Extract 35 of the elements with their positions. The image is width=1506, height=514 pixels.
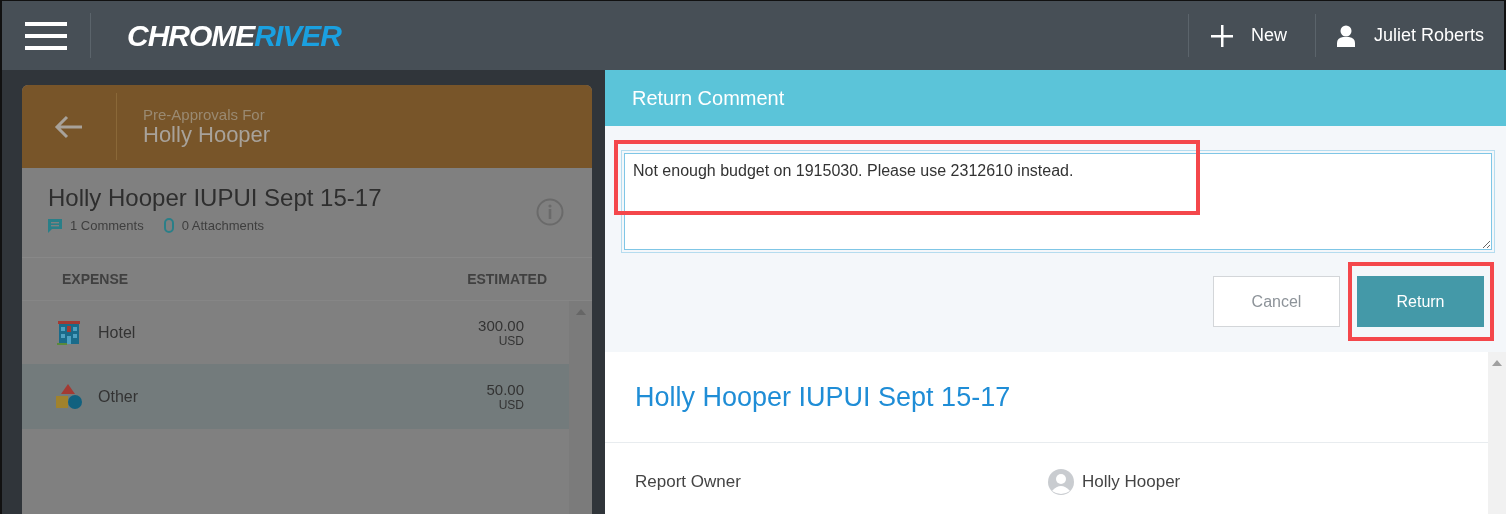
expense-name: Hotel	[98, 323, 137, 342]
back-arrow-icon[interactable]	[54, 113, 84, 140]
expense-amount: 50.00	[486, 381, 524, 398]
field-label: Report Owner	[635, 472, 742, 492]
currency-label: USD	[498, 334, 524, 348]
comment-field[interactable]: Not enough budget on 1915030. Please use 2312610 instead.	[624, 153, 1492, 250]
new-button[interactable]: New	[1250, 25, 1287, 46]
paperclip-icon[interactable]	[163, 218, 174, 233]
panel-title: Holly Hooper	[143, 123, 271, 147]
expense-name: Other	[98, 387, 139, 406]
expense-row[interactable]: Hotel 300.00 USD	[22, 301, 569, 364]
avatar-icon	[1048, 469, 1074, 495]
report-title: Holly Hooper IUPUI Sept 15-17	[48, 184, 383, 212]
plus-icon[interactable]	[1210, 24, 1233, 47]
panel-subtitle: Pre-Approvals For	[143, 106, 266, 123]
expense-row[interactable]: Other 50.00 USD	[22, 364, 569, 429]
comment-icon[interactable]	[48, 218, 62, 233]
comments-count[interactable]: 1 Comments	[70, 218, 144, 233]
user-icon[interactable]	[1335, 24, 1356, 47]
user-name[interactable]: Juliet Roberts	[1373, 25, 1484, 46]
scroll-up-icon[interactable]	[1492, 360, 1502, 366]
shapes-icon	[56, 383, 82, 410]
currency-label: USD	[498, 398, 524, 412]
menu-icon[interactable]	[25, 21, 67, 50]
return-button[interactable]: Return	[1357, 276, 1484, 327]
logo: CHROMERIVER	[127, 17, 342, 54]
report-heading: Holly Hooper IUPUI Sept 15-17	[605, 352, 1488, 443]
dialog-title: Return Comment	[605, 70, 1506, 126]
hotel-icon	[57, 320, 81, 345]
expense-amount: 300.00	[478, 317, 524, 334]
column-header: EXPENSE	[62, 271, 129, 287]
attachments-count[interactable]: 0 Attachments	[181, 218, 265, 233]
cancel-button[interactable]: Cancel	[1213, 276, 1340, 327]
field-value: Holly Hooper	[1082, 472, 1181, 492]
column-header: ESTIMATED	[467, 271, 547, 287]
